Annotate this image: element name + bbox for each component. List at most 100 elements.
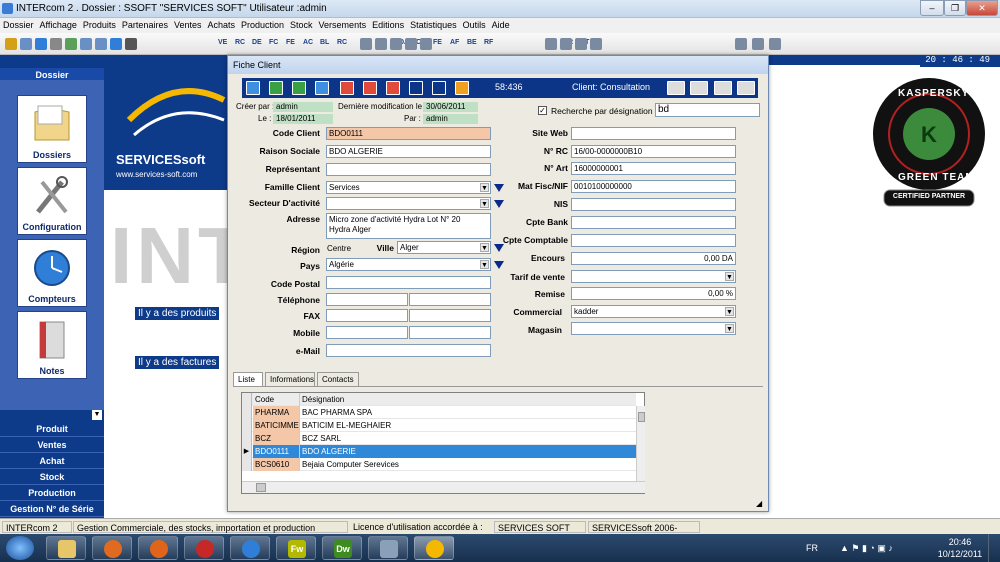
settings-icon[interactable] (667, 81, 685, 95)
sidebar-section-header[interactable]: Gestion N° de Série (0, 502, 104, 517)
menu-item[interactable]: Versements (316, 18, 370, 30)
toolbar-icon[interactable] (420, 38, 432, 50)
sidebar-section-header[interactable]: Production (0, 486, 104, 501)
toolbar-icon[interactable] (20, 38, 32, 50)
famille-client-select[interactable]: Services ▼ (326, 181, 491, 194)
toolbar-icon[interactable] (405, 38, 417, 50)
taskbar-fireworks[interactable]: Fw (276, 536, 316, 560)
taskbar-app[interactable] (184, 536, 224, 560)
chevron-down-icon[interactable]: ▼ (725, 272, 734, 281)
taskbar-explorer[interactable] (46, 536, 86, 560)
save-record-button[interactable] (409, 81, 423, 95)
cancel-record-button[interactable] (432, 81, 446, 95)
show-desktop-button[interactable] (988, 534, 1000, 562)
clock-icon[interactable] (690, 81, 708, 95)
maximize-button[interactable]: ❐ (944, 0, 966, 16)
fax-field-1[interactable] (326, 309, 408, 322)
sidebar-section-header[interactable]: Ventes (0, 438, 104, 453)
close-button[interactable]: ✕ (966, 0, 998, 16)
toolbar-icon[interactable] (360, 38, 372, 50)
toolbar-doc-button[interactable]: AC (303, 39, 313, 46)
grid-hscroll-thumb[interactable] (256, 483, 266, 492)
menu-item[interactable]: Stock (287, 18, 316, 30)
resize-grip-icon[interactable]: ◢ (756, 499, 766, 509)
toolbar-doc-button[interactable]: RC (235, 39, 245, 46)
toolbar-icon[interactable] (35, 38, 47, 50)
chevron-down-icon[interactable]: ▼ (480, 243, 489, 252)
taskbar-dreamweaver[interactable]: Dw (322, 536, 362, 560)
menu-item[interactable]: Dossier (0, 18, 37, 30)
menu-item[interactable]: Produits (80, 18, 119, 30)
toolbar-doc-button[interactable]: RF (484, 39, 493, 46)
column-header-code[interactable]: Code (253, 393, 299, 406)
ville-select[interactable]: Alger ▼ (397, 241, 491, 254)
toolbar-icon[interactable] (110, 38, 122, 50)
configuration-button[interactable]: Configuration (17, 167, 87, 235)
print-icon[interactable] (714, 81, 732, 95)
sidebar-section-header[interactable]: Stock (0, 470, 104, 485)
notes-button[interactable]: Notes (17, 311, 87, 379)
taskbar-media[interactable] (92, 536, 132, 560)
exit-icon[interactable] (737, 81, 755, 95)
sidebar-scroll-down-icon[interactable]: ▼ (92, 410, 102, 420)
search-by-designation-checkbox[interactable]: ✓ (538, 106, 547, 115)
magasin-select[interactable]: ▼ (571, 322, 736, 335)
toolbar-doc-button[interactable]: DE (252, 39, 262, 46)
menu-item[interactable]: Editions (369, 18, 407, 30)
menu-item[interactable]: Production (238, 18, 287, 30)
dossiers-button[interactable]: Dossiers (17, 95, 87, 163)
chevron-down-icon[interactable]: ▼ (480, 199, 489, 208)
chevron-down-icon[interactable]: ▼ (725, 324, 734, 333)
toolbar-icon[interactable] (5, 38, 17, 50)
next-record-button[interactable] (292, 81, 306, 95)
menu-item[interactable]: Achats (204, 18, 238, 30)
tarif-select[interactable]: ▼ (571, 270, 736, 283)
chevron-down-icon[interactable]: ▼ (725, 307, 734, 316)
language-indicator[interactable]: FR (806, 543, 818, 553)
toolbar-icon[interactable] (752, 38, 764, 50)
menu-item[interactable]: Affichage (37, 18, 80, 30)
taskbar-intercom[interactable] (414, 536, 454, 560)
toolbar-icon[interactable] (735, 38, 747, 50)
toolbar-icon[interactable] (575, 38, 587, 50)
site-web-field[interactable] (571, 127, 736, 140)
edit-record-button[interactable] (386, 81, 400, 95)
menu-item[interactable]: Statistiques (407, 18, 460, 30)
toolbar-doc-button[interactable]: RC (337, 39, 347, 46)
toolbar-icon[interactable] (125, 38, 137, 50)
toolbar-icon[interactable] (769, 38, 781, 50)
toolbar-icon[interactable] (95, 38, 107, 50)
taskbar-ie[interactable] (230, 536, 270, 560)
toolbar-doc-button[interactable]: AF (450, 39, 459, 46)
toolbar-icon[interactable] (560, 38, 572, 50)
delete-record-button[interactable] (363, 81, 377, 95)
column-header-designation[interactable]: Désignation (299, 393, 636, 406)
secteur-select[interactable]: ▼ (326, 197, 491, 210)
cpte-bank-field[interactable] (571, 216, 736, 229)
add-record-button[interactable] (340, 81, 354, 95)
remise-field[interactable]: 0,00 % (571, 287, 736, 300)
start-button[interactable] (6, 536, 34, 560)
taskbar-network[interactable] (368, 536, 408, 560)
toolbar-doc-button[interactable]: FE (286, 39, 295, 46)
rc-field[interactable]: 16/00-0000000B10 (571, 145, 736, 158)
code-client-field[interactable]: BDO0111 (326, 127, 491, 140)
table-row[interactable]: BATICIMMEGBATICIM EL-MEGHAIER (242, 419, 636, 432)
refresh-button[interactable] (455, 81, 469, 95)
art-field[interactable]: 16000000001 (571, 162, 736, 175)
toolbar-icon[interactable] (590, 38, 602, 50)
toolbar-doc-button[interactable]: BL (320, 39, 329, 46)
representant-field[interactable] (326, 163, 491, 176)
toolbar-icon[interactable] (545, 38, 557, 50)
toolbar-icon[interactable] (65, 38, 77, 50)
mat-fisc-field[interactable]: 0010100000000 (571, 180, 736, 193)
tab-liste[interactable]: Liste (233, 372, 263, 386)
toolbar-icon[interactable] (390, 38, 402, 50)
telephone-field-2[interactable] (409, 293, 491, 306)
mobile-field-2[interactable] (409, 326, 491, 339)
mobile-field-1[interactable] (326, 326, 408, 339)
sidebar-section-header[interactable]: Achat (0, 454, 104, 469)
chevron-down-icon[interactable]: ▼ (480, 260, 489, 269)
last-record-button[interactable] (315, 81, 329, 95)
commercial-select[interactable]: kadder ▼ (571, 305, 736, 318)
